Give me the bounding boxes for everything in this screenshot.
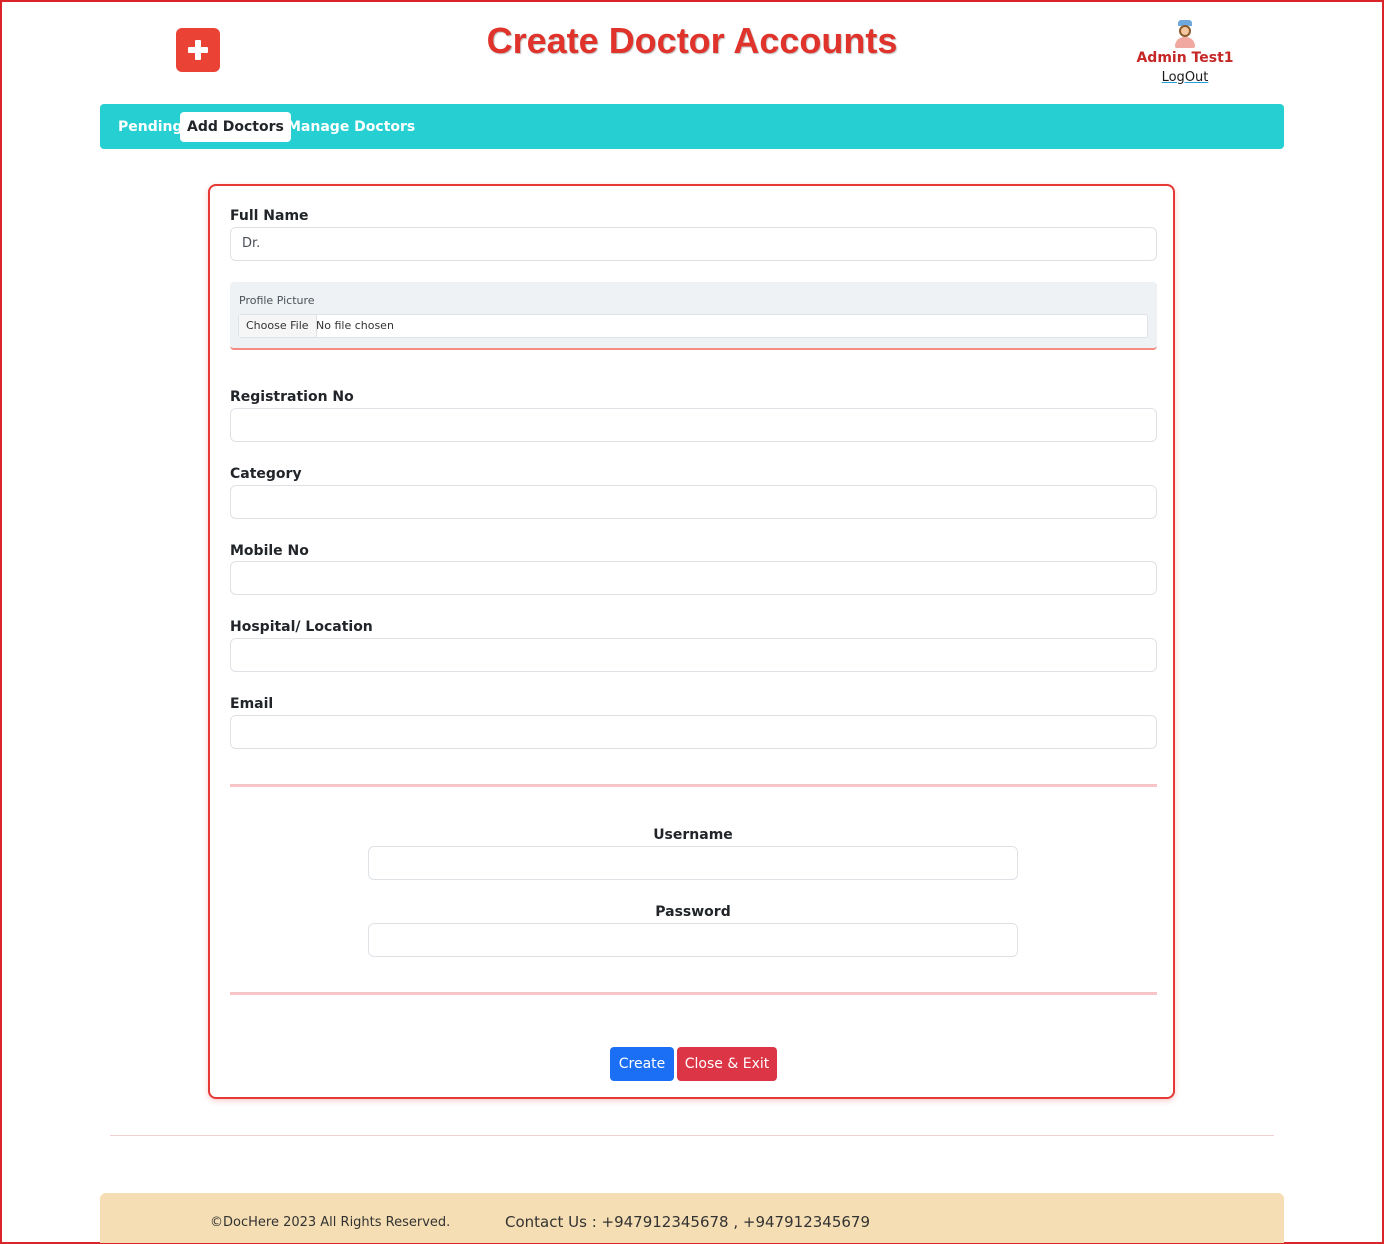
create-doctor-form: Full Name Dr. Profile Picture Choose Fil… bbox=[208, 184, 1175, 1099]
nurse-avatar-icon bbox=[1173, 20, 1197, 48]
file-status-text: No file chosen bbox=[316, 319, 394, 332]
admin-name: Admin Test1 bbox=[1136, 50, 1234, 66]
password-label: Password bbox=[655, 904, 731, 920]
user-box: Admin Test1 LogOut bbox=[1130, 20, 1240, 85]
username-label: Username bbox=[653, 827, 733, 843]
medical-kit-icon bbox=[176, 28, 220, 72]
create-button[interactable]: Create bbox=[610, 1047, 674, 1081]
hospital-location-label: Hospital/ Location bbox=[230, 619, 373, 635]
nav-tab-add-doctors[interactable]: Add Doctors bbox=[180, 112, 291, 142]
registration-no-input[interactable] bbox=[230, 408, 1157, 442]
nav-tab-pending[interactable]: Pending bbox=[111, 112, 190, 142]
hospital-location-input[interactable] bbox=[230, 638, 1157, 672]
full-name-input[interactable]: Dr. bbox=[230, 227, 1157, 261]
copyright-text: ©DocHere 2023 All Rights Reserved. bbox=[210, 1215, 451, 1230]
logout-link[interactable]: LogOut bbox=[1162, 70, 1209, 85]
profile-picture-label: Profile Picture bbox=[239, 294, 315, 307]
nav-tab-manage-doctors[interactable]: Manage Doctors bbox=[280, 112, 422, 142]
password-input[interactable] bbox=[368, 923, 1018, 957]
profile-picture-box: Profile Picture Choose File No file chos… bbox=[230, 282, 1157, 350]
page-title: Create Doctor Accounts bbox=[486, 20, 898, 61]
email-label: Email bbox=[230, 696, 274, 712]
footer: ©DocHere 2023 All Rights Reserved. Conta… bbox=[100, 1193, 1284, 1243]
contact-text: Contact Us : +947912345678 , +9479123456… bbox=[505, 1213, 870, 1231]
category-input[interactable] bbox=[230, 485, 1157, 519]
full-name-label: Full Name bbox=[230, 208, 309, 224]
email-input[interactable] bbox=[230, 715, 1157, 749]
profile-picture-file-input[interactable]: Choose File No file chosen bbox=[238, 314, 1148, 338]
mobile-no-label: Mobile No bbox=[230, 543, 309, 559]
close-exit-button[interactable]: Close & Exit bbox=[677, 1047, 777, 1081]
registration-no-label: Registration No bbox=[230, 389, 354, 405]
category-label: Category bbox=[230, 466, 302, 482]
top-navbar: Pending Add Doctors Manage Doctors bbox=[100, 104, 1284, 149]
section-divider bbox=[230, 992, 1157, 995]
section-divider bbox=[230, 784, 1157, 787]
mobile-no-input[interactable] bbox=[230, 561, 1157, 595]
footer-divider bbox=[110, 1135, 1274, 1136]
choose-file-button[interactable]: Choose File bbox=[239, 315, 317, 337]
username-input[interactable] bbox=[368, 846, 1018, 880]
plus-icon-horizontal bbox=[188, 47, 208, 53]
